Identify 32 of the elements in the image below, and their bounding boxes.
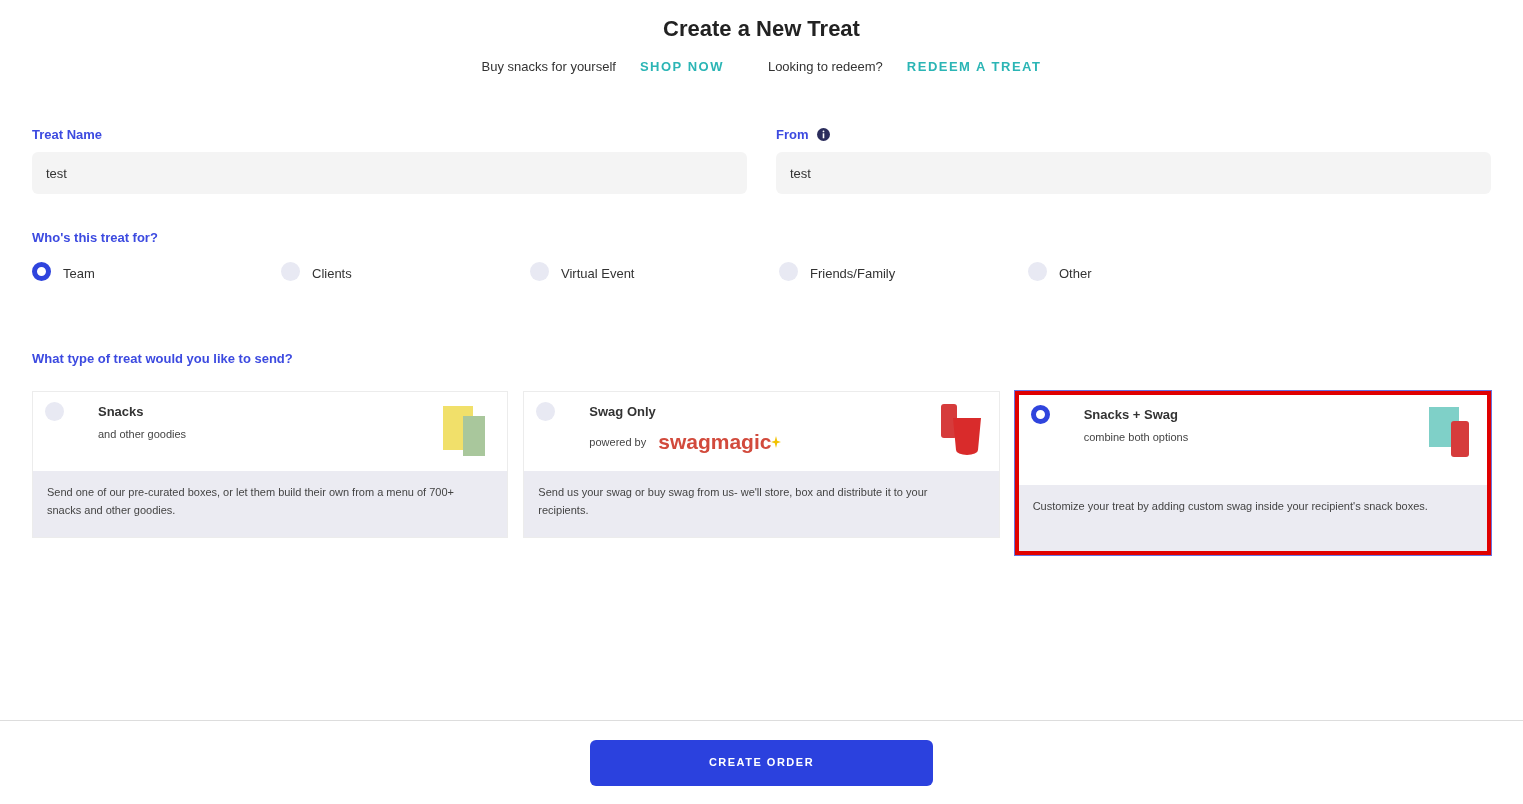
treat-option-card[interactable]: Swag Only powered by swagmagic Send us your swag or buy swag from us- we'll store, box and distribute it to your recipients.	[523, 390, 1000, 538]
text-field[interactable]: test	[32, 152, 747, 194]
page-title: Create a New Treat	[663, 15, 860, 43]
text-field[interactable]: test	[776, 152, 1491, 194]
section-label: Who's this treat for?	[32, 229, 158, 247]
option-title: Snacks	[98, 402, 144, 421]
treat-option-card[interactable]: Snacks and other goodies Send one of our pre-curated boxes, or let them build their own from a menu of 700+ snacks and other goodies.	[32, 390, 509, 538]
option-subtitle: combine both options	[1083, 430, 1189, 445]
option-description: Send one of our pre-curated boxes, or let them build their own from a menu of 700+ snacks and other goodies.	[33, 470, 508, 537]
radio-label[interactable]: Virtual Event	[561, 263, 635, 283]
info-icon[interactable]	[816, 127, 830, 141]
option-description: Send us your swag or buy swag from us- we'll store, box and distribute it to your recipients.	[524, 470, 999, 537]
field-label: From	[776, 125, 809, 144]
powered-by-text: powered by	[589, 434, 647, 450]
treat-option-card[interactable]: Snacks + Swag combine both options Customize your treat by adding custom swag inside your recipient's snack boxes.	[1014, 390, 1491, 555]
radio-label[interactable]: Friends/Family	[810, 263, 896, 283]
radio-label[interactable]: Clients	[312, 263, 352, 283]
radio-button[interactable]	[1030, 404, 1050, 424]
create-order-button[interactable]: CREATE ORDER	[590, 739, 933, 786]
radio-label[interactable]: Team	[63, 263, 95, 283]
option-description: Customize your treat by adding custom swag inside your recipient's snack boxes.	[1018, 484, 1487, 551]
section-label: What type of treat would you like to send?	[32, 350, 293, 368]
radio-button[interactable]	[32, 261, 51, 281]
option-title: Swag Only	[589, 402, 656, 421]
sparkle-icon	[771, 435, 782, 448]
logo-text: swagmagic	[658, 429, 772, 455]
option-title: Snacks + Swag	[1083, 405, 1178, 424]
field-label: Treat Name	[32, 125, 103, 144]
option-subtitle: and other goodies	[98, 427, 187, 442]
prompt-text: Looking to redeem?	[767, 58, 883, 76]
radio-label[interactable]: Other	[1059, 263, 1092, 283]
prompt-text: Buy snacks for yourself	[481, 58, 616, 76]
